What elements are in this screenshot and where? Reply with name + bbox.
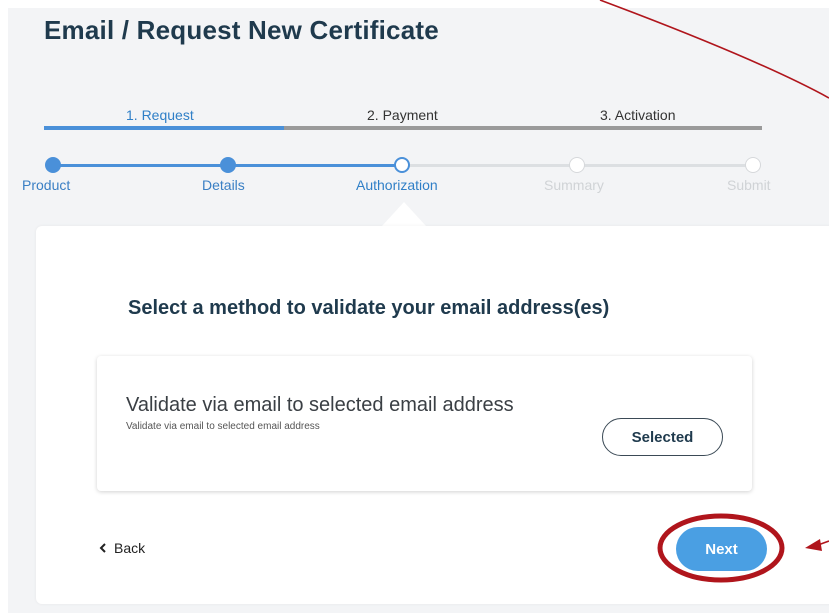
back-label: Back [114,540,146,556]
step-dot-product [45,157,61,173]
step-dot-authorization [394,157,410,173]
chevron-left-icon [99,543,106,553]
phase-activation: 3. Activation [600,107,676,123]
step-label-details: Details [202,177,245,193]
next-button[interactable]: Next [676,527,767,571]
step-label-submit: Submit [727,177,771,193]
validation-option-title: Validate via email to selected email add… [126,394,514,416]
step-dot-details [220,157,236,173]
section-heading: Select a method to validate your email a… [128,297,610,319]
step-dot-summary [569,157,585,173]
step-label-summary: Summary [544,177,604,193]
phase-request: 1. Request [126,107,194,123]
step-label-product: Product [22,177,71,193]
back-button[interactable]: Back [98,540,145,556]
phase-payment: 2. Payment [367,107,438,123]
selected-button[interactable]: Selected [602,418,723,456]
phase-progress-active [44,126,284,130]
card-pointer [382,202,426,226]
step-label-authorization: Authorization [356,177,438,193]
phase-progress-remaining [284,126,762,130]
page-title: Email / Request New Certificate [44,15,439,45]
step-dot-submit [745,157,761,173]
validation-option-description: Validate via email to selected email add… [126,421,320,432]
